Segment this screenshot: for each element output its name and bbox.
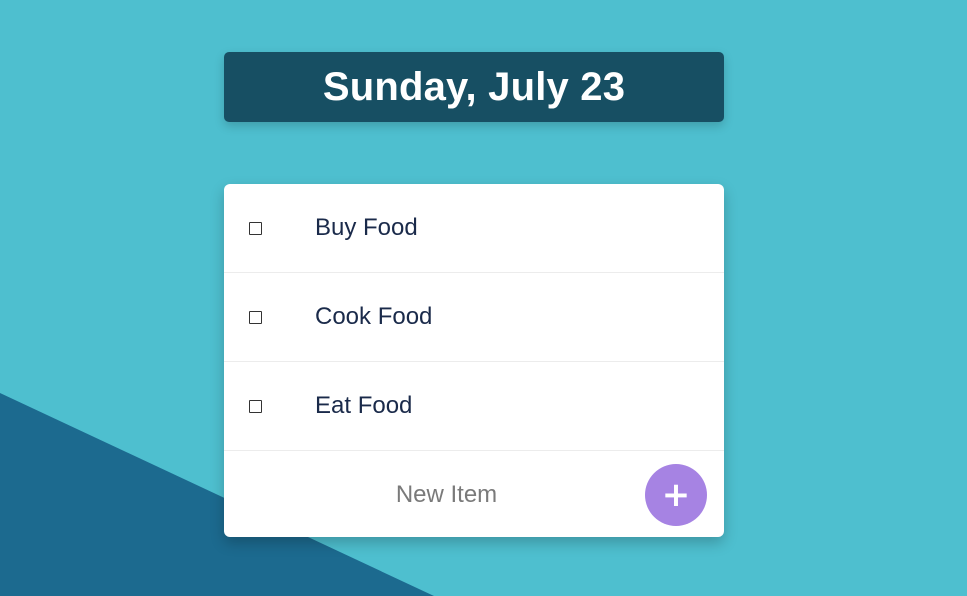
- new-item-input[interactable]: [224, 451, 669, 537]
- item-label: Eat Food: [315, 392, 413, 419]
- page-title: Sunday, July 23: [322, 64, 626, 109]
- item-checkbox[interactable]: [249, 310, 262, 324]
- list-item: Cook Food: [224, 273, 724, 362]
- list-item: Buy Food: [224, 184, 724, 273]
- item-checkbox[interactable]: [249, 399, 262, 413]
- date-header: Sunday, July 23: [224, 52, 724, 122]
- new-item-form: +: [224, 451, 724, 537]
- add-item-button[interactable]: +: [645, 464, 707, 526]
- list-item: Eat Food: [224, 362, 724, 451]
- item-checkbox[interactable]: [249, 221, 262, 235]
- item-label: Cook Food: [315, 303, 433, 330]
- todo-list-card: Buy Food Cook Food Eat Food +: [224, 184, 724, 537]
- plus-icon: +: [661, 475, 691, 515]
- item-label: Buy Food: [315, 214, 418, 241]
